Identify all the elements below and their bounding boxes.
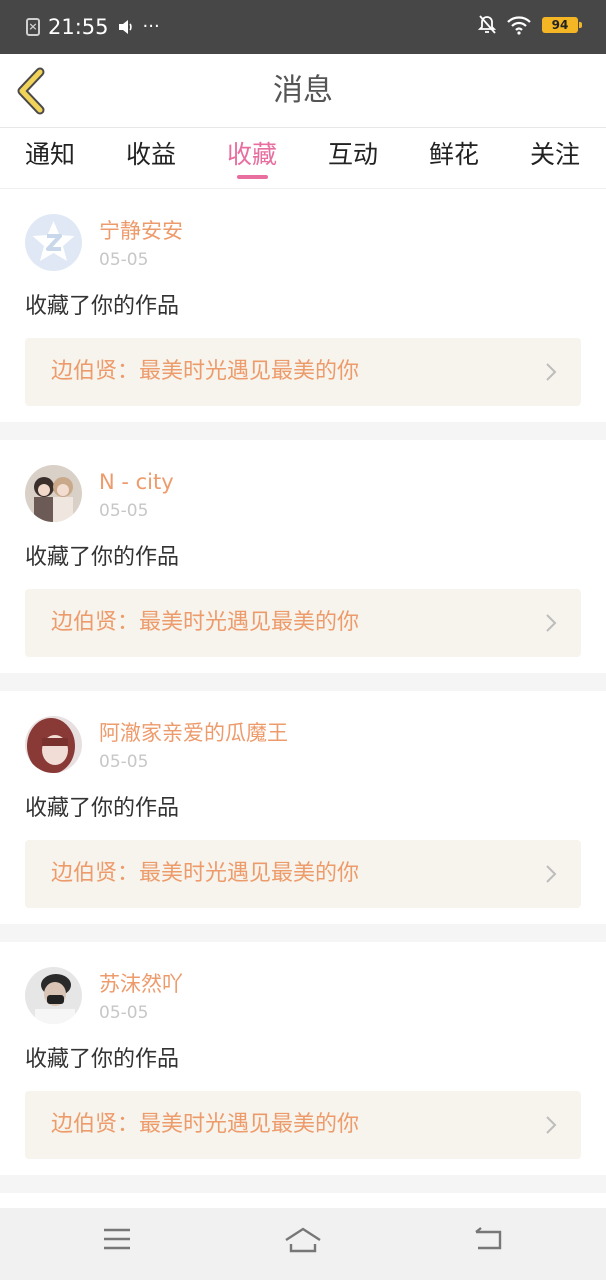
message-text: 收藏了你的作品: [25, 1047, 180, 1072]
menu-button[interactable]: [102, 1226, 132, 1256]
return-icon: [475, 1227, 502, 1250]
photo-avatar-icon: [25, 967, 82, 1024]
tab-bar: 通知 收益 收藏 互动 鲜花 关注: [0, 128, 606, 189]
work-link[interactable]: 边伯贤：最美时光遇见最美的你: [25, 338, 581, 406]
work-link[interactable]: 边伯贤：最美时光遇见最美的你: [25, 840, 581, 908]
avatar[interactable]: [25, 967, 82, 1024]
tab-income[interactable]: 收益: [111, 138, 191, 172]
work-title: 边伯贤：最美时光遇见最美的你: [51, 610, 360, 635]
work-link[interactable]: 边伯贤：最美时光遇见最美的你: [25, 589, 581, 657]
menu-icon: [104, 1228, 130, 1250]
message-text: 收藏了你的作品: [25, 796, 180, 821]
system-nav-bar: [0, 1208, 606, 1280]
chevron-right-icon: [546, 1116, 557, 1134]
volume-icon: [118, 20, 132, 34]
back-nav-button[interactable]: [472, 1226, 504, 1256]
chevron-right-icon: [546, 363, 557, 381]
tab-favorites[interactable]: 收藏: [212, 138, 292, 172]
photo-avatar-icon: [25, 465, 82, 522]
default-avatar-icon: [25, 214, 82, 271]
date: 05-05: [99, 501, 149, 521]
home-icon: [285, 1227, 321, 1253]
app-header: 消息: [0, 54, 606, 128]
notification-card: N - city 05-05 收藏了你的作品 边伯贤：最美时光遇见最美的你: [0, 440, 606, 673]
close-box-icon: ×: [26, 18, 40, 36]
home-button[interactable]: [283, 1226, 323, 1258]
photo-avatar-icon: [25, 716, 82, 773]
status-bar: × 21:55 ··· 94: [0, 0, 606, 54]
date: 05-05: [99, 1003, 149, 1023]
username[interactable]: 阿澈家亲爱的瓜魔王: [99, 719, 288, 747]
more-dots: ···: [142, 16, 160, 37]
bell-off-icon: [478, 15, 496, 34]
username[interactable]: 宁静安安: [99, 217, 183, 245]
work-title: 边伯贤：最美时光遇见最美的你: [51, 861, 360, 886]
notification-card-partial: [0, 1193, 606, 1208]
username[interactable]: N - city: [99, 468, 174, 496]
message-text: 收藏了你的作品: [25, 545, 180, 570]
notification-card: 宁静安安 05-05 收藏了你的作品 边伯贤：最美时光遇见最美的你: [0, 189, 606, 422]
active-tab-indicator: [237, 175, 268, 179]
chevron-right-icon: [546, 865, 557, 883]
tab-flowers[interactable]: 鲜花: [414, 138, 494, 172]
avatar[interactable]: [25, 716, 82, 773]
battery-indicator: 94: [542, 17, 582, 33]
tab-notify[interactable]: 通知: [10, 138, 90, 172]
username[interactable]: 苏沫然吖: [99, 970, 183, 998]
status-time: 21:55: [48, 15, 109, 39]
notification-card: 阿澈家亲爱的瓜魔王 05-05 收藏了你的作品 边伯贤：最美时光遇见最美的你: [0, 691, 606, 924]
avatar[interactable]: [25, 465, 82, 522]
tab-follow[interactable]: 关注: [515, 138, 595, 172]
page-title: 消息: [273, 73, 333, 108]
date: 05-05: [99, 752, 149, 772]
date: 05-05: [99, 250, 149, 270]
avatar[interactable]: [25, 214, 82, 271]
work-title: 边伯贤：最美时光遇见最美的你: [51, 1112, 360, 1137]
work-title: 边伯贤：最美时光遇见最美的你: [51, 359, 360, 384]
work-link[interactable]: 边伯贤：最美时光遇见最美的你: [25, 1091, 581, 1159]
tab-interaction[interactable]: 互动: [313, 138, 393, 172]
notification-card: 苏沫然吖 05-05 收藏了你的作品 边伯贤：最美时光遇见最美的你: [0, 942, 606, 1175]
chevron-right-icon: [546, 614, 557, 632]
wifi-icon: [507, 16, 531, 35]
message-text: 收藏了你的作品: [25, 294, 180, 319]
